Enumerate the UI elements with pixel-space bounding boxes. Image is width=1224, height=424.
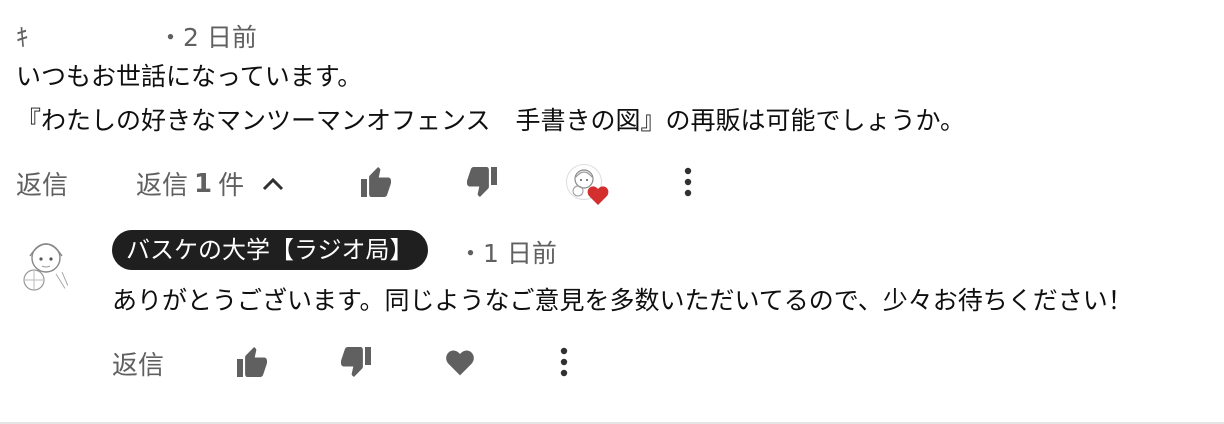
reply-heart-button[interactable] bbox=[440, 344, 480, 380]
reply-author-chip[interactable]: バスケの大学【ラジオ局】 bbox=[112, 230, 428, 270]
reply-time[interactable]: ・1 日前 bbox=[458, 234, 557, 270]
comment-author[interactable]: ｷ bbox=[16, 18, 36, 54]
reply-button[interactable]: 返信 bbox=[16, 165, 68, 202]
replies-count: 1 bbox=[194, 168, 213, 199]
comment-text-line-2: 『わたしの好きなマンツーマンオフェンス 手書きの図』の再販は可能でしょうか。 bbox=[16, 106, 966, 135]
more-actions-button[interactable] bbox=[676, 164, 700, 200]
thumbs-down-icon bbox=[341, 347, 371, 377]
reply-text: ありがとうございます。同じようなご意見を多数いただいてるので、少々お待ちください… bbox=[112, 286, 1133, 315]
heart-icon bbox=[446, 350, 474, 376]
creator-heart bbox=[566, 164, 612, 208]
dislike-button[interactable] bbox=[462, 164, 502, 200]
reply-dislike-button[interactable] bbox=[336, 344, 376, 380]
chevron-up-icon bbox=[256, 167, 290, 201]
replies-toggle[interactable]: 返信 1 件 bbox=[136, 165, 290, 202]
replies-label: 返信 bbox=[136, 171, 189, 201]
thumbs-up-icon bbox=[237, 347, 267, 377]
reply-more-actions-button[interactable] bbox=[552, 344, 576, 380]
like-button[interactable] bbox=[356, 164, 396, 200]
reply-reply-button[interactable]: 返信 bbox=[112, 345, 164, 382]
reply-avatar[interactable] bbox=[18, 232, 74, 296]
more-vert-icon bbox=[560, 347, 568, 377]
comment-text-line-1: いつもお世話になっています。 bbox=[16, 62, 363, 91]
thumbs-up-icon bbox=[361, 167, 391, 197]
replies-unit: 件 bbox=[218, 171, 245, 201]
heart-icon bbox=[587, 186, 609, 205]
reply-like-button[interactable] bbox=[232, 344, 272, 380]
more-vert-icon bbox=[684, 167, 692, 197]
comment-time[interactable]: ・2 日前 bbox=[158, 18, 257, 54]
thumbs-down-icon bbox=[467, 167, 497, 197]
